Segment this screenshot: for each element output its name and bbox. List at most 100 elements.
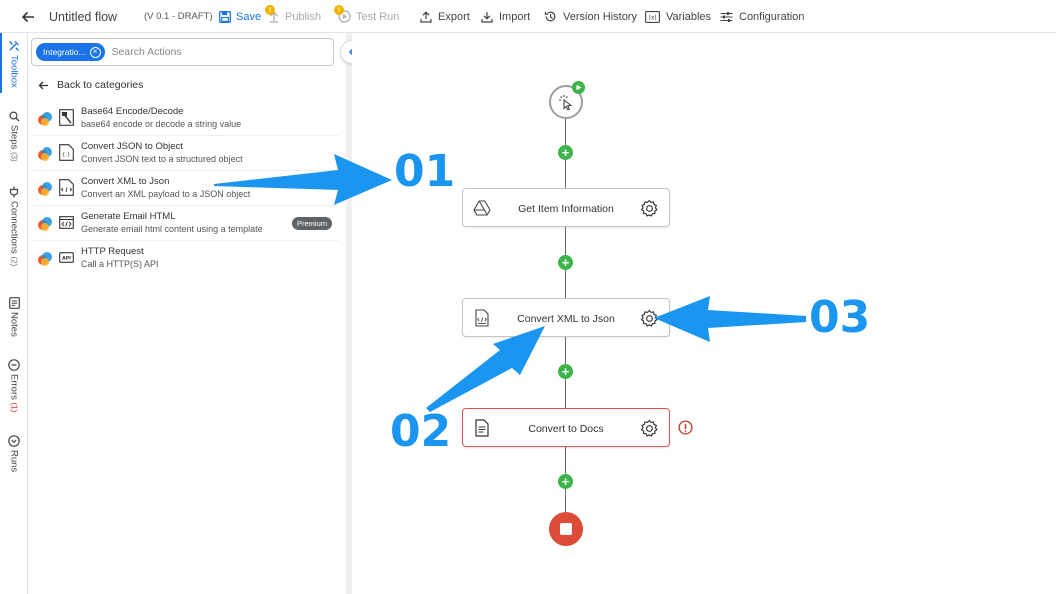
action-item-convert-json[interactable]: {:} Convert JSON to Object Convert JSON … <box>32 136 338 171</box>
integration-brand-icon <box>38 182 52 196</box>
action-name: Generate Email HTML <box>81 211 176 222</box>
version-history-button[interactable]: Version History <box>544 0 637 33</box>
action-item-convert-xml[interactable]: Convert XML to Json Convert an XML paylo… <box>32 171 338 206</box>
xml-file-icon <box>59 179 74 196</box>
document-icon <box>475 419 489 437</box>
svg-text:(x): (x) <box>648 14 656 21</box>
configuration-button[interactable]: Configuration <box>720 0 804 33</box>
rail-label-connections: Connections <box>8 201 20 254</box>
gear-icon[interactable] <box>640 309 659 328</box>
sliders-icon <box>720 11 733 22</box>
toolbox-panel: Integratio... × Back to categories Base6… <box>28 33 346 594</box>
flow-step-get-item-information[interactable]: Get Item Information <box>462 188 670 227</box>
step-label: Get Item Information <box>518 202 614 215</box>
annotation-number-02: 02 <box>390 406 452 457</box>
variables-icon: (x) <box>645 10 660 23</box>
action-item-base64[interactable]: Base64 Encode/Decode base64 encode or de… <box>32 101 338 136</box>
integration-brand-icon <box>38 147 52 161</box>
search-input[interactable] <box>111 46 312 58</box>
action-item-generate-email-html[interactable]: Generate Email HTML Generate email html … <box>32 206 338 241</box>
json-file-icon: {:} <box>59 144 74 161</box>
annotation-number-03: 03 <box>809 292 871 343</box>
variables-button[interactable]: (x) Variables <box>645 0 711 33</box>
connections-count: (2) <box>9 256 19 267</box>
import-button[interactable]: Import <box>481 0 530 33</box>
action-name: Convert XML to Json <box>81 176 170 187</box>
history-icon <box>544 11 556 22</box>
integration-brand-icon <box>38 252 52 266</box>
stop-icon <box>560 523 572 535</box>
rail-label-steps: Steps <box>8 125 20 150</box>
version-history-label: Version History <box>563 10 637 23</box>
configuration-label: Configuration <box>739 10 805 23</box>
rail-item-steps[interactable]: Steps (3) <box>0 111 28 162</box>
action-description: Convert JSON text to a structured object <box>81 154 243 164</box>
filter-chip[interactable]: Integratio... × <box>36 43 105 61</box>
add-step-button[interactable]: + <box>558 255 573 270</box>
premium-badge: Premium <box>291 217 332 230</box>
gear-icon[interactable] <box>640 419 659 438</box>
rail-item-runs[interactable]: Runs <box>0 435 28 472</box>
steps-count: (3) <box>9 151 19 162</box>
svg-text:{:}: {:} <box>62 152 70 158</box>
runs-icon <box>8 435 20 447</box>
test-run-warning-badge: ! <box>334 5 344 15</box>
filter-chip-label: Integratio... <box>43 47 86 57</box>
flow-step-convert-xml-to-json[interactable]: Convert XML to Json <box>462 298 670 337</box>
plug-icon <box>9 186 19 198</box>
flow-step-convert-to-docs[interactable]: Convert to Docs <box>462 408 670 447</box>
arrow-left-icon <box>38 81 48 89</box>
save-label: Save <box>236 10 262 23</box>
integration-brand-icon <box>38 112 52 126</box>
rail-item-toolbox[interactable]: Toolbox <box>0 40 28 88</box>
flow-title[interactable]: Untitled flow <box>49 0 117 33</box>
add-step-button[interactable]: + <box>558 364 573 379</box>
add-step-button[interactable]: + <box>558 474 573 489</box>
svg-text:API: API <box>62 256 71 262</box>
export-label: Export <box>438 10 470 23</box>
notes-icon <box>8 297 20 309</box>
action-description: Generate email html content using a temp… <box>81 224 263 234</box>
chip-close-icon[interactable]: × <box>89 46 101 58</box>
test-run-label: Test Run <box>356 10 400 23</box>
api-icon: API <box>59 252 74 263</box>
flow-canvas[interactable] <box>352 33 1056 594</box>
rail-item-errors[interactable]: Errors (1) <box>0 359 28 412</box>
import-label: Import <box>499 10 531 23</box>
save-icon <box>219 10 231 23</box>
back-to-categories-link[interactable]: Back to categories <box>38 77 143 93</box>
step-label: Convert to Docs <box>528 422 604 435</box>
search-box: Integratio... × <box>31 38 334 66</box>
errors-count: (1) <box>9 402 19 413</box>
rail-item-notes[interactable]: Notes <box>0 297 28 337</box>
error-circle-icon <box>8 359 20 371</box>
flow-end-node[interactable] <box>549 512 583 546</box>
action-description: base64 encode or decode a string value <box>81 119 242 129</box>
error-info-icon[interactable] <box>678 420 693 435</box>
publish-label: Publish <box>285 10 322 23</box>
action-description: Call a HTTP(S) API <box>81 259 159 269</box>
action-item-http-request[interactable]: API HTTP Request Call a HTTP(S) API <box>32 241 338 276</box>
export-button[interactable]: Export <box>420 0 470 33</box>
annotation-number-01: 01 <box>394 146 456 197</box>
test-run-button[interactable]: Test Run <box>338 0 399 33</box>
integration-brand-icon <box>38 217 52 231</box>
html-code-icon <box>59 216 74 229</box>
search-icon <box>8 111 19 122</box>
rail-label-notes: Notes <box>8 312 20 337</box>
step-label: Convert XML to Json <box>517 312 615 325</box>
publish-button[interactable]: Publish <box>268 0 321 33</box>
back-arrow-icon[interactable] <box>18 0 38 33</box>
play-badge-icon[interactable] <box>572 81 585 94</box>
add-step-button[interactable]: + <box>558 145 573 160</box>
left-rail: Toolbox Steps (3) Connections (2) Notes … <box>0 33 28 594</box>
gear-icon[interactable] <box>640 199 659 218</box>
save-button[interactable]: Save <box>219 0 261 33</box>
export-icon <box>420 10 432 23</box>
click-trigger-icon <box>559 95 573 111</box>
xml-file-icon <box>475 309 489 327</box>
rail-item-connections[interactable]: Connections (2) <box>0 186 28 266</box>
back-to-categories-label: Back to categories <box>57 79 144 91</box>
action-name: HTTP Request <box>81 246 144 257</box>
encode-icon <box>59 109 74 126</box>
